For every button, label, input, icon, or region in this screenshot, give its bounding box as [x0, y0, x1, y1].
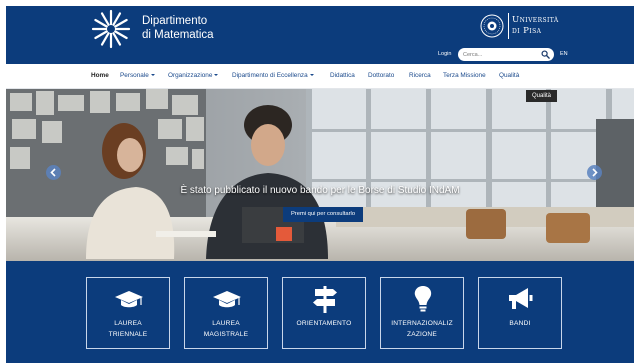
quick-link-label-line1: INTERNAZIONALIZ [391, 320, 453, 327]
nav-item-ricerca[interactable]: Ricerca [409, 72, 431, 79]
carousel-next-button[interactable] [587, 165, 602, 180]
university-name[interactable]: Università di Pisa [512, 15, 559, 37]
quick-link-label: LAUREA TRIENNALE [87, 318, 169, 340]
chevron-down-icon [150, 74, 155, 76]
quick-link-label-line1: LAUREA [212, 320, 240, 327]
lightbulb-icon [414, 286, 432, 312]
megaphone-icon [509, 288, 533, 309]
quick-link-label-line2: TRIENNALE [108, 331, 148, 338]
nav-item-dipartimento-eccellenza[interactable]: Dipartimento di Eccellenza [232, 72, 314, 79]
department-name-line1: Dipartimento [142, 15, 208, 27]
chevron-down-icon [309, 74, 314, 76]
quick-link-label: INTERNAZIONALIZ ZAZIONE [381, 318, 463, 340]
nav-item-dottorato[interactable]: Dottorato [368, 72, 394, 79]
graduation-cap-icon [213, 291, 241, 308]
nav-item-didattica[interactable]: Didattica [330, 72, 355, 79]
signpost-icon [313, 286, 337, 313]
nav-item-label: Organizzazione [168, 72, 213, 79]
nav-item-terza-missione[interactable]: Terza Missione [443, 72, 486, 79]
nav-item-personale[interactable]: Personale [120, 72, 155, 79]
department-logo-icon[interactable] [89, 9, 133, 49]
nav-item-label: Didattica [330, 72, 355, 79]
quick-link-label-line2: MAGISTRALE [203, 331, 249, 338]
hero-carousel: Qualità È stato pubblicato il nuovo band… [6, 89, 634, 261]
chevron-left-icon [50, 168, 56, 177]
quick-link-label: ORIENTAMENTO [283, 318, 365, 329]
main-navigation: Home Personale Organizzazione Dipartimen… [6, 64, 634, 89]
graduation-cap-icon [115, 291, 143, 308]
nav-item-organizzazione[interactable]: Organizzazione [168, 72, 219, 79]
quick-link-laurea-triennale[interactable]: LAUREA TRIENNALE [86, 277, 170, 349]
university-seal-icon[interactable] [480, 14, 504, 38]
page: Dipartimento di Matematica Università di… [0, 0, 639, 363]
department-name[interactable]: Dipartimento di Matematica [142, 14, 214, 42]
quick-link-orientamento[interactable]: ORIENTAMENTO [282, 277, 366, 349]
search-icon[interactable] [541, 50, 550, 59]
quick-link-label-line2: ZAZIONE [407, 331, 437, 338]
login-link[interactable]: Login [438, 51, 451, 57]
nav-item-label: Dipartimento di Eccellenza [232, 72, 308, 79]
nav-item-label: Personale [120, 72, 149, 79]
hero-caption: È stato pubblicato il nuovo bando per le… [180, 185, 460, 196]
nav-item-qualita[interactable]: Qualità [499, 72, 519, 79]
university-separator [508, 13, 509, 39]
quick-link-label-line1: LAUREA [114, 320, 142, 327]
nav-item-label: Qualità [499, 72, 520, 79]
quick-link-label-line1: ORIENTAMENTO [296, 320, 352, 327]
hero-cta-button[interactable]: Premi qui per consultarlo [283, 207, 363, 222]
quality-badge[interactable]: Qualità [526, 90, 558, 102]
search-input[interactable] [463, 50, 535, 59]
quick-link-label: BANDI [479, 318, 561, 329]
quick-link-label: LAUREA MAGISTRALE [185, 318, 267, 340]
quick-link-internazionalizzazione[interactable]: INTERNAZIONALIZ ZAZIONE [380, 277, 464, 349]
university-name-line1: Università [512, 15, 559, 25]
hero-photo [6, 89, 634, 261]
site-header: Dipartimento di Matematica Università di… [6, 6, 634, 64]
quick-link-label-line1: BANDI [509, 320, 531, 327]
quick-links-section: LAUREA TRIENNALE LAUREA MAGISTRALE ORIEN… [6, 261, 634, 363]
quick-link-laurea-magistrale[interactable]: LAUREA MAGISTRALE [184, 277, 268, 349]
department-name-line2: di Matematica [142, 29, 214, 41]
quick-link-bandi[interactable]: BANDI [478, 277, 562, 349]
nav-item-label: Terza Missione [443, 72, 486, 79]
nav-item-label: Dottorato [368, 72, 395, 79]
nav-item-home[interactable]: Home [91, 72, 109, 79]
language-switch-link[interactable]: EN [560, 51, 568, 57]
chevron-down-icon [214, 74, 219, 76]
chevron-right-icon [592, 168, 598, 177]
nav-item-label: Home [91, 72, 109, 79]
carousel-prev-button[interactable] [46, 165, 61, 180]
nav-item-label: Ricerca [409, 72, 431, 79]
university-name-line2: di Pisa [512, 26, 542, 36]
search-box [458, 48, 554, 61]
